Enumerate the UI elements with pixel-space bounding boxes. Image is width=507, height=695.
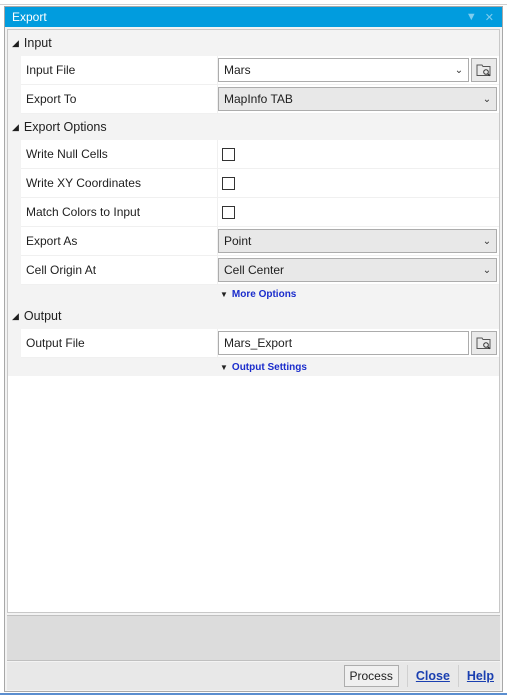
section-header-input[interactable]: ◢ Input xyxy=(8,30,499,56)
export-panel: Export ▼ ✕ ◢ Input Input File Mars ⌄ Exp… xyxy=(4,6,503,692)
section-title: Output xyxy=(23,309,62,323)
output-settings-label[interactable]: Output Settings xyxy=(232,362,307,373)
folder-search-icon xyxy=(476,337,491,350)
section-title: Export Options xyxy=(23,120,107,134)
collapse-triangle-icon: ◢ xyxy=(12,37,19,48)
cell-origin-value: Cell Center xyxy=(224,263,285,277)
divider xyxy=(457,665,459,687)
write-null-cells-label: Write Null Cells xyxy=(21,140,218,168)
output-file-value: Mars_Export xyxy=(224,336,293,350)
browse-input-button[interactable] xyxy=(471,58,497,82)
output-file-input[interactable]: Mars_Export xyxy=(218,331,469,355)
input-file-row: Input File Mars ⌄ xyxy=(21,56,499,85)
button-bar: Process Close Help xyxy=(7,662,500,690)
close-link[interactable]: Close xyxy=(416,669,450,683)
section-header-export-options[interactable]: ◢ Export Options xyxy=(8,114,499,140)
divider xyxy=(406,665,408,687)
message-area xyxy=(7,615,500,661)
chevron-down-icon: ⌄ xyxy=(482,235,492,247)
title-bar: Export ▼ ✕ xyxy=(5,7,502,27)
input-file-combo[interactable]: Mars ⌄ xyxy=(218,58,469,82)
export-to-row: Export To MapInfo TAB ⌄ xyxy=(21,85,499,114)
section-header-output[interactable]: ◢ Output xyxy=(8,303,499,329)
export-to-select[interactable]: MapInfo TAB ⌄ xyxy=(218,87,497,111)
match-colors-label: Match Colors to Input xyxy=(21,198,218,226)
input-file-value: Mars xyxy=(224,63,251,77)
match-colors-checkbox[interactable] xyxy=(222,205,235,219)
browse-output-button[interactable] xyxy=(471,331,497,355)
expand-triangle-icon: ▼ xyxy=(220,289,228,299)
content-area: ◢ Input Input File Mars ⌄ Export To MapI… xyxy=(7,29,500,613)
write-null-cells-row: Write Null Cells xyxy=(21,140,499,169)
write-null-cells-checkbox[interactable] xyxy=(222,147,235,161)
collapse-triangle-icon: ◢ xyxy=(12,121,19,132)
output-file-label: Output File xyxy=(21,329,218,357)
export-as-value: Point xyxy=(224,234,252,248)
section-output: ◢ Output Output File Mars_Export ▼ Outpu… xyxy=(8,303,499,376)
cell-origin-select[interactable]: Cell Center ⌄ xyxy=(218,258,497,282)
chevron-down-icon: ⌄ xyxy=(482,264,492,276)
chevron-down-icon[interactable]: ⌄ xyxy=(450,65,468,76)
close-icon[interactable]: ✕ xyxy=(485,11,494,24)
collapse-triangle-icon: ◢ xyxy=(12,310,19,321)
cell-origin-label: Cell Origin At xyxy=(21,256,218,284)
help-link[interactable]: Help xyxy=(467,669,494,683)
match-colors-row: Match Colors to Input xyxy=(21,198,499,227)
cell-origin-row: Cell Origin At Cell Center ⌄ xyxy=(21,256,499,285)
write-xy-label: Write XY Coordinates xyxy=(21,169,218,197)
input-file-label: Input File xyxy=(21,56,218,84)
export-to-value: MapInfo TAB xyxy=(224,92,293,106)
more-options-label[interactable]: More Options xyxy=(232,289,296,300)
output-file-row: Output File Mars_Export xyxy=(21,329,499,358)
section-input: ◢ Input Input File Mars ⌄ Export To MapI… xyxy=(8,30,499,114)
top-border xyxy=(0,0,507,5)
folder-search-icon xyxy=(476,64,491,77)
export-as-label: Export As xyxy=(21,227,218,255)
more-options-toggle[interactable]: ▼ More Options xyxy=(8,285,499,303)
panel-menu-icon[interactable]: ▼ xyxy=(466,11,477,23)
process-button[interactable]: Process xyxy=(343,665,399,687)
expand-triangle-icon: ▼ xyxy=(220,362,228,372)
chevron-down-icon: ⌄ xyxy=(482,93,492,105)
window-title: Export xyxy=(12,10,47,24)
write-xy-checkbox[interactable] xyxy=(222,176,235,190)
section-title: Input xyxy=(23,36,52,50)
section-export-options: ◢ Export Options Write Null Cells Write … xyxy=(8,114,499,303)
export-as-select[interactable]: Point ⌄ xyxy=(218,229,497,253)
output-settings-toggle[interactable]: ▼ Output Settings xyxy=(8,358,499,376)
export-to-label: Export To xyxy=(21,85,218,113)
write-xy-row: Write XY Coordinates xyxy=(21,169,499,198)
export-as-row: Export As Point ⌄ xyxy=(21,227,499,256)
